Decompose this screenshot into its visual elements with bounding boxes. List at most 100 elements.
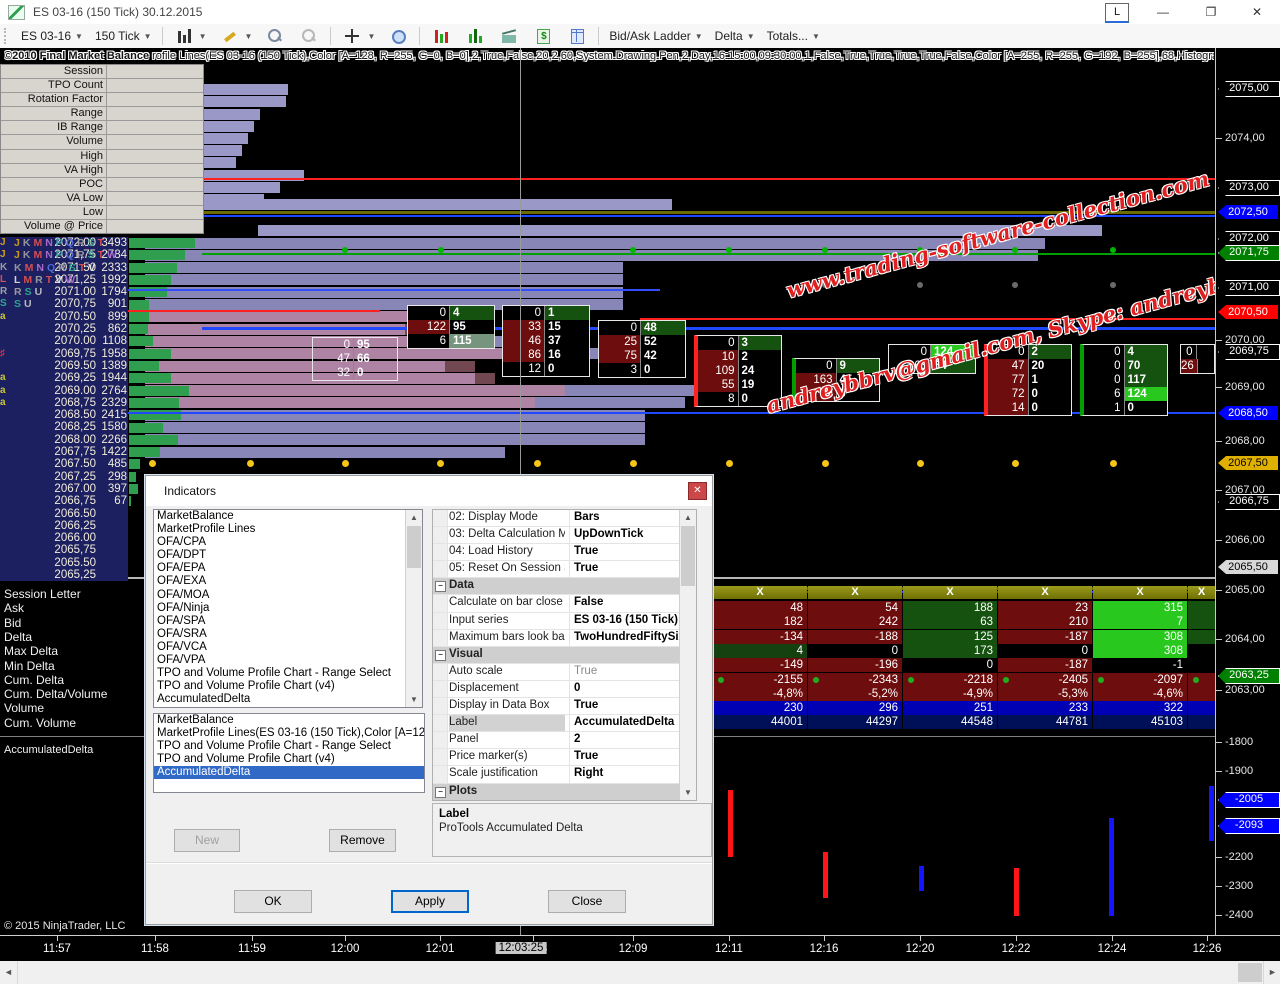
- available-indicator-item[interactable]: OFA/VCA: [154, 641, 422, 654]
- indicator-volume-button[interactable]: [458, 26, 492, 46]
- collapse-icon[interactable]: −: [435, 581, 446, 592]
- property-row[interactable]: 02: Display ModeBars: [433, 510, 696, 527]
- dollar-button[interactable]: $: [526, 26, 560, 46]
- dialog-title: Indicators: [164, 484, 216, 498]
- collapse-icon[interactable]: −: [435, 787, 446, 798]
- available-indicators-list[interactable]: MarketBalanceMarketProfile LinesOFA/CPAO…: [153, 509, 423, 708]
- close-dialog-button[interactable]: Close: [548, 890, 626, 913]
- property-row[interactable]: Auto scaleTrue: [433, 664, 696, 681]
- horizontal-scrollbar[interactable]: ◄ ►: [0, 961, 1280, 984]
- available-indicator-item[interactable]: OFA/VPA: [154, 654, 422, 667]
- totals-dropdown[interactable]: Totals...▼: [761, 27, 826, 45]
- marker-dot: [342, 460, 349, 467]
- link-button[interactable]: L: [1105, 3, 1129, 23]
- scroll-right-arrow-icon[interactable]: ►: [1263, 961, 1280, 984]
- scrollbar-thumb[interactable]: [407, 526, 421, 568]
- minimize-button[interactable]: —: [1148, 2, 1178, 22]
- property-row[interactable]: Scale justificationRight: [433, 766, 696, 783]
- property-grid[interactable]: 02: Display ModeBars03: Delta Calculatio…: [432, 509, 697, 801]
- scroll-down-icon[interactable]: ▼: [406, 692, 422, 707]
- list-scrollbar[interactable]: ▲▼: [405, 510, 422, 707]
- property-row[interactable]: Price marker(s)True: [433, 749, 696, 766]
- property-row[interactable]: LabelAccumulatedDelta: [433, 715, 696, 732]
- profile-table-label: Session: [64, 65, 103, 78]
- maximize-button[interactable]: ❐: [1196, 2, 1226, 22]
- draw-tool-dropdown[interactable]: ▼: [213, 26, 259, 46]
- available-indicator-item[interactable]: OFA/EPA: [154, 562, 422, 575]
- session-header-cell: X: [903, 586, 997, 599]
- property-category-row[interactable]: −Visual: [433, 647, 696, 664]
- property-row[interactable]: 03: Delta Calculation MUpDownTick: [433, 527, 696, 544]
- grid-button[interactable]: [560, 26, 594, 46]
- applied-indicator-item[interactable]: TPO and Volume Profile Chart (v4): [154, 753, 424, 766]
- chart-line-button[interactable]: [492, 26, 526, 46]
- remove-button[interactable]: Remove: [329, 829, 396, 852]
- time-axis[interactable]: 11:5711:5811:5912:0012:0112:0312:0912:11…: [0, 935, 1280, 962]
- applied-indicator-item[interactable]: MarketProfile Lines(ES 03-16 (150 Tick),…: [154, 727, 424, 740]
- applied-indicator-item[interactable]: AccumulatedDelta: [154, 766, 424, 779]
- property-row[interactable]: Display in Data BoxTrue: [433, 698, 696, 715]
- bidask-ladder-dropdown[interactable]: Bid/Ask Ladder▼: [603, 27, 708, 45]
- available-indicator-item[interactable]: TPO and Volume Profile Chart - Range Sel…: [154, 667, 422, 680]
- property-row[interactable]: Maximum bars look baTwoHundredFiftySix: [433, 630, 696, 647]
- cluster-bid-cell: 55: [698, 378, 738, 392]
- zoom-out-button[interactable]: [292, 26, 326, 46]
- profile-table-row: POC: [1, 178, 203, 192]
- property-row[interactable]: Panel2: [433, 732, 696, 749]
- volume-at-price-bar: [129, 472, 136, 482]
- available-indicator-item[interactable]: OFA/SRA: [154, 628, 422, 641]
- property-row[interactable]: Displacement0: [433, 681, 696, 698]
- interval-dropdown[interactable]: 150 Tick▼: [89, 27, 158, 45]
- scroll-up-icon[interactable]: ▲: [680, 510, 696, 525]
- available-indicator-item[interactable]: TPO and Volume Profile Chart (v4): [154, 680, 422, 693]
- applied-indicator-item[interactable]: MarketBalance: [154, 714, 424, 727]
- marker-dot: [726, 247, 732, 253]
- delta-dropdown[interactable]: Delta▼: [709, 27, 761, 45]
- instrument-dropdown[interactable]: ES 03-16▼: [15, 27, 89, 45]
- toolbar-grip[interactable]: [4, 28, 11, 44]
- dialog-title-bar[interactable]: Indicators ✕: [146, 476, 712, 506]
- close-button[interactable]: ✕: [1242, 2, 1272, 22]
- tpo-letter: T: [98, 237, 107, 249]
- candlestick-icon: [176, 28, 192, 44]
- scroll-up-icon[interactable]: ▲: [406, 510, 422, 525]
- available-indicator-item[interactable]: OFA/SPA: [154, 615, 422, 628]
- bidask-cell: 0: [998, 644, 1092, 658]
- applied-indicator-item[interactable]: TPO and Volume Profile Chart - Range Sel…: [154, 740, 424, 753]
- ok-button[interactable]: OK: [234, 890, 312, 913]
- available-indicator-item[interactable]: OFA/DPT: [154, 549, 422, 562]
- scrollbar-thumb[interactable]: [1238, 963, 1262, 982]
- available-indicator-item[interactable]: OFA/Ninja: [154, 602, 422, 615]
- scroll-down-icon[interactable]: ▼: [680, 785, 696, 800]
- available-indicator-item[interactable]: OFA/EXA: [154, 575, 422, 588]
- property-category-row[interactable]: −Plots: [433, 784, 696, 801]
- price-axis[interactable]: 2075,002074,002073,002072,502072,002071,…: [1215, 48, 1280, 935]
- available-indicator-item[interactable]: OFA/MOA: [154, 589, 422, 602]
- collapse-icon[interactable]: −: [435, 650, 446, 661]
- bidask-cell: 45103: [1093, 715, 1187, 729]
- property-row[interactable]: Calculate on bar closeFalse: [433, 595, 696, 612]
- data-box-button[interactable]: [381, 26, 415, 46]
- zoom-in-button[interactable]: [258, 26, 292, 46]
- applied-indicators-list[interactable]: MarketBalanceMarketProfile Lines(ES 03-1…: [153, 713, 425, 793]
- property-row[interactable]: 05: Reset On Session STrue: [433, 561, 696, 578]
- indicator-red-green-button[interactable]: [424, 26, 458, 46]
- property-row[interactable]: Input seriesES 03-16 (150 Tick): [433, 613, 696, 630]
- available-indicator-item[interactable]: MarketProfile Lines: [154, 523, 422, 536]
- apply-button[interactable]: Apply: [391, 890, 469, 913]
- chart-style-dropdown[interactable]: ▼: [167, 26, 213, 46]
- scroll-left-arrow-icon[interactable]: ◄: [0, 961, 18, 984]
- dialog-close-icon[interactable]: ✕: [688, 482, 707, 500]
- scrollbar-thumb[interactable]: [681, 526, 695, 586]
- new-button[interactable]: New: [174, 829, 240, 852]
- propgrid-scrollbar[interactable]: ▲▼: [679, 510, 696, 800]
- bidask-ladder-label: Bid/Ask Ladder: [609, 29, 690, 43]
- bidask-cell: 44781: [998, 715, 1092, 729]
- available-indicator-item[interactable]: AccumulatedDelta: [154, 693, 422, 706]
- available-indicator-item[interactable]: OFA/CPA: [154, 536, 422, 549]
- property-category-row[interactable]: −Data: [433, 578, 696, 595]
- profile-table-label: Volume @ Price: [24, 220, 103, 233]
- property-row[interactable]: 04: Load HistoryTrue: [433, 544, 696, 561]
- available-indicator-item[interactable]: MarketBalance: [154, 510, 422, 523]
- crosshair-dropdown[interactable]: ▼: [335, 26, 381, 46]
